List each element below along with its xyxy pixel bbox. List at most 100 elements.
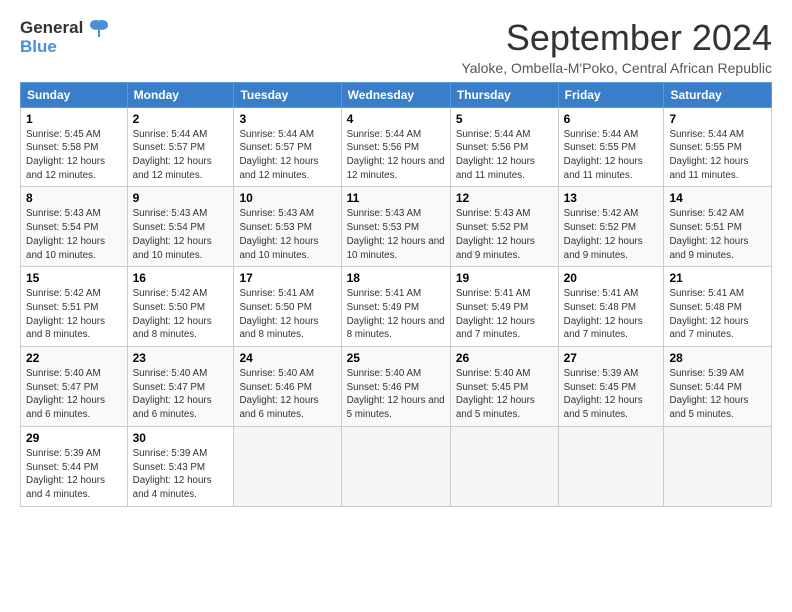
day-number: 15 — [26, 271, 122, 285]
calendar-cell: 7 Sunrise: 5:44 AMSunset: 5:55 PMDaylight… — [664, 107, 772, 187]
calendar-cell: 8Sunrise: 5:43 AMSunset: 5:54 PMDaylight… — [21, 187, 128, 267]
header-row: SundayMondayTuesdayWednesdayThursdayFrid… — [21, 82, 772, 107]
day-number: 26 — [456, 351, 553, 365]
day-header-sunday: Sunday — [21, 82, 128, 107]
day-info: Sunrise: 5:41 AMSunset: 5:50 PMDaylight:… — [239, 287, 335, 342]
day-number: 11 — [347, 191, 445, 205]
day-number: 6 — [564, 112, 659, 126]
day-info: Sunrise: 5:42 AMSunset: 5:51 PMDaylight:… — [669, 207, 766, 262]
day-number: 21 — [669, 271, 766, 285]
calendar-body: 1Sunrise: 5:45 AMSunset: 5:58 PMDaylight… — [21, 107, 772, 506]
day-number: 13 — [564, 191, 659, 205]
location-subtitle: Yaloke, Ombella-M'Poko, Central African … — [461, 60, 772, 76]
page: General Blue September 2024 Yaloke, Ombe… — [0, 0, 792, 517]
logo-bird-icon — [88, 19, 110, 39]
logo-blue: Blue — [20, 37, 110, 57]
week-row-1: 1Sunrise: 5:45 AMSunset: 5:58 PMDaylight… — [21, 107, 772, 187]
day-number: 7 — [669, 112, 766, 126]
day-info: Sunrise: 5:39 AMSunset: 5:44 PMDaylight:… — [26, 447, 122, 502]
day-info: Sunrise: 5:42 AMSunset: 5:52 PMDaylight:… — [564, 207, 659, 262]
day-number: 5 — [456, 112, 553, 126]
day-info: Sunrise: 5:44 AMSunset: 5:55 PMDaylight:… — [669, 128, 766, 183]
week-row-4: 22 Sunrise: 5:40 AMSunset: 5:47 PMDayligh… — [21, 347, 772, 427]
logo-text: General — [20, 18, 110, 39]
month-title: September 2024 — [461, 18, 772, 58]
day-number: 12 — [456, 191, 553, 205]
day-number: 29 — [26, 431, 122, 445]
calendar-cell: 18 Sunrise: 5:41 AMSunset: 5:49 PMDayligh… — [341, 267, 450, 347]
day-info: Sunrise: 5:40 AMSunset: 5:47 PMDaylight:… — [133, 367, 229, 422]
day-number: 22 — [26, 351, 122, 365]
day-header-tuesday: Tuesday — [234, 82, 341, 107]
day-number: 25 — [347, 351, 445, 365]
calendar-cell: 12 Sunrise: 5:43 AMSunset: 5:52 PMDayligh… — [450, 187, 558, 267]
calendar-cell — [558, 426, 664, 506]
day-number: 2 — [133, 112, 229, 126]
day-number: 20 — [564, 271, 659, 285]
calendar-cell — [664, 426, 772, 506]
day-number: 27 — [564, 351, 659, 365]
calendar-cell — [450, 426, 558, 506]
calendar-cell: 19 Sunrise: 5:41 AMSunset: 5:49 PMDayligh… — [450, 267, 558, 347]
day-info: Sunrise: 5:43 AMSunset: 5:52 PMDaylight:… — [456, 207, 553, 262]
calendar-cell: 27 Sunrise: 5:39 AMSunset: 5:45 PMDayligh… — [558, 347, 664, 427]
calendar-table: SundayMondayTuesdayWednesdayThursdayFrid… — [20, 82, 772, 507]
day-info: Sunrise: 5:44 AMSunset: 5:56 PMDaylight:… — [347, 128, 445, 183]
day-info: Sunrise: 5:44 AMSunset: 5:56 PMDaylight:… — [456, 128, 553, 183]
calendar-cell: 16Sunrise: 5:42 AMSunset: 5:50 PMDayligh… — [127, 267, 234, 347]
day-number: 10 — [239, 191, 335, 205]
calendar-cell: 30Sunrise: 5:39 AMSunset: 5:43 PMDayligh… — [127, 426, 234, 506]
day-number: 23 — [133, 351, 229, 365]
day-info: Sunrise: 5:43 AMSunset: 5:54 PMDaylight:… — [26, 207, 122, 262]
calendar-cell: 28 Sunrise: 5:39 AMSunset: 5:44 PMDayligh… — [664, 347, 772, 427]
calendar-cell: 5 Sunrise: 5:44 AMSunset: 5:56 PMDaylight… — [450, 107, 558, 187]
day-header-wednesday: Wednesday — [341, 82, 450, 107]
calendar-cell: 22 Sunrise: 5:40 AMSunset: 5:47 PMDayligh… — [21, 347, 128, 427]
calendar-cell: 11Sunrise: 5:43 AMSunset: 5:53 PMDayligh… — [341, 187, 450, 267]
day-info: Sunrise: 5:41 AMSunset: 5:48 PMDaylight:… — [564, 287, 659, 342]
calendar-cell: 23 Sunrise: 5:40 AMSunset: 5:47 PMDayligh… — [127, 347, 234, 427]
day-info: Sunrise: 5:45 AMSunset: 5:58 PMDaylight:… — [26, 128, 122, 183]
day-info: Sunrise: 5:40 AMSunset: 5:46 PMDaylight:… — [347, 367, 445, 422]
day-info: Sunrise: 5:44 AMSunset: 5:57 PMDaylight:… — [133, 128, 229, 183]
week-row-5: 29 Sunrise: 5:39 AMSunset: 5:44 PMDayligh… — [21, 426, 772, 506]
calendar-cell: 1Sunrise: 5:45 AMSunset: 5:58 PMDaylight… — [21, 107, 128, 187]
calendar-header: SundayMondayTuesdayWednesdayThursdayFrid… — [21, 82, 772, 107]
day-number: 28 — [669, 351, 766, 365]
calendar-cell: 9 Sunrise: 5:43 AMSunset: 5:54 PMDaylight… — [127, 187, 234, 267]
day-info: Sunrise: 5:42 AMSunset: 5:51 PMDaylight:… — [26, 287, 122, 342]
week-row-3: 15 Sunrise: 5:42 AMSunset: 5:51 PMDayligh… — [21, 267, 772, 347]
logo-area: General Blue — [20, 18, 110, 57]
header: General Blue September 2024 Yaloke, Ombe… — [20, 18, 772, 76]
calendar-cell — [234, 426, 341, 506]
day-info: Sunrise: 5:44 AMSunset: 5:55 PMDaylight:… — [564, 128, 659, 183]
day-header-friday: Friday — [558, 82, 664, 107]
calendar-cell: 29 Sunrise: 5:39 AMSunset: 5:44 PMDayligh… — [21, 426, 128, 506]
calendar-cell: 25 Sunrise: 5:40 AMSunset: 5:46 PMDayligh… — [341, 347, 450, 427]
day-info: Sunrise: 5:41 AMSunset: 5:48 PMDaylight:… — [669, 287, 766, 342]
day-number: 18 — [347, 271, 445, 285]
logo: General Blue — [20, 18, 110, 57]
day-info: Sunrise: 5:39 AMSunset: 5:45 PMDaylight:… — [564, 367, 659, 422]
calendar-cell: 2 Sunrise: 5:44 AMSunset: 5:57 PMDaylight… — [127, 107, 234, 187]
day-info: Sunrise: 5:41 AMSunset: 5:49 PMDaylight:… — [456, 287, 553, 342]
day-info: Sunrise: 5:40 AMSunset: 5:46 PMDaylight:… — [239, 367, 335, 422]
calendar-cell: 6 Sunrise: 5:44 AMSunset: 5:55 PMDaylight… — [558, 107, 664, 187]
day-number: 24 — [239, 351, 335, 365]
calendar-cell: 14Sunrise: 5:42 AMSunset: 5:51 PMDayligh… — [664, 187, 772, 267]
day-info: Sunrise: 5:40 AMSunset: 5:45 PMDaylight:… — [456, 367, 553, 422]
day-info: Sunrise: 5:43 AMSunset: 5:54 PMDaylight:… — [133, 207, 229, 262]
calendar-cell: 26 Sunrise: 5:40 AMSunset: 5:45 PMDayligh… — [450, 347, 558, 427]
day-info: Sunrise: 5:39 AMSunset: 5:43 PMDaylight:… — [133, 447, 229, 502]
calendar-cell: 10Sunrise: 5:43 AMSunset: 5:53 PMDayligh… — [234, 187, 341, 267]
day-info: Sunrise: 5:41 AMSunset: 5:49 PMDaylight:… — [347, 287, 445, 342]
title-area: September 2024 Yaloke, Ombella-M'Poko, C… — [461, 18, 772, 76]
day-number: 9 — [133, 191, 229, 205]
calendar-cell: 24 Sunrise: 5:40 AMSunset: 5:46 PMDayligh… — [234, 347, 341, 427]
day-header-thursday: Thursday — [450, 82, 558, 107]
calendar-cell — [341, 426, 450, 506]
day-info: Sunrise: 5:40 AMSunset: 5:47 PMDaylight:… — [26, 367, 122, 422]
day-info: Sunrise: 5:44 AMSunset: 5:57 PMDaylight:… — [239, 128, 335, 183]
day-info: Sunrise: 5:39 AMSunset: 5:44 PMDaylight:… — [669, 367, 766, 422]
day-number: 19 — [456, 271, 553, 285]
